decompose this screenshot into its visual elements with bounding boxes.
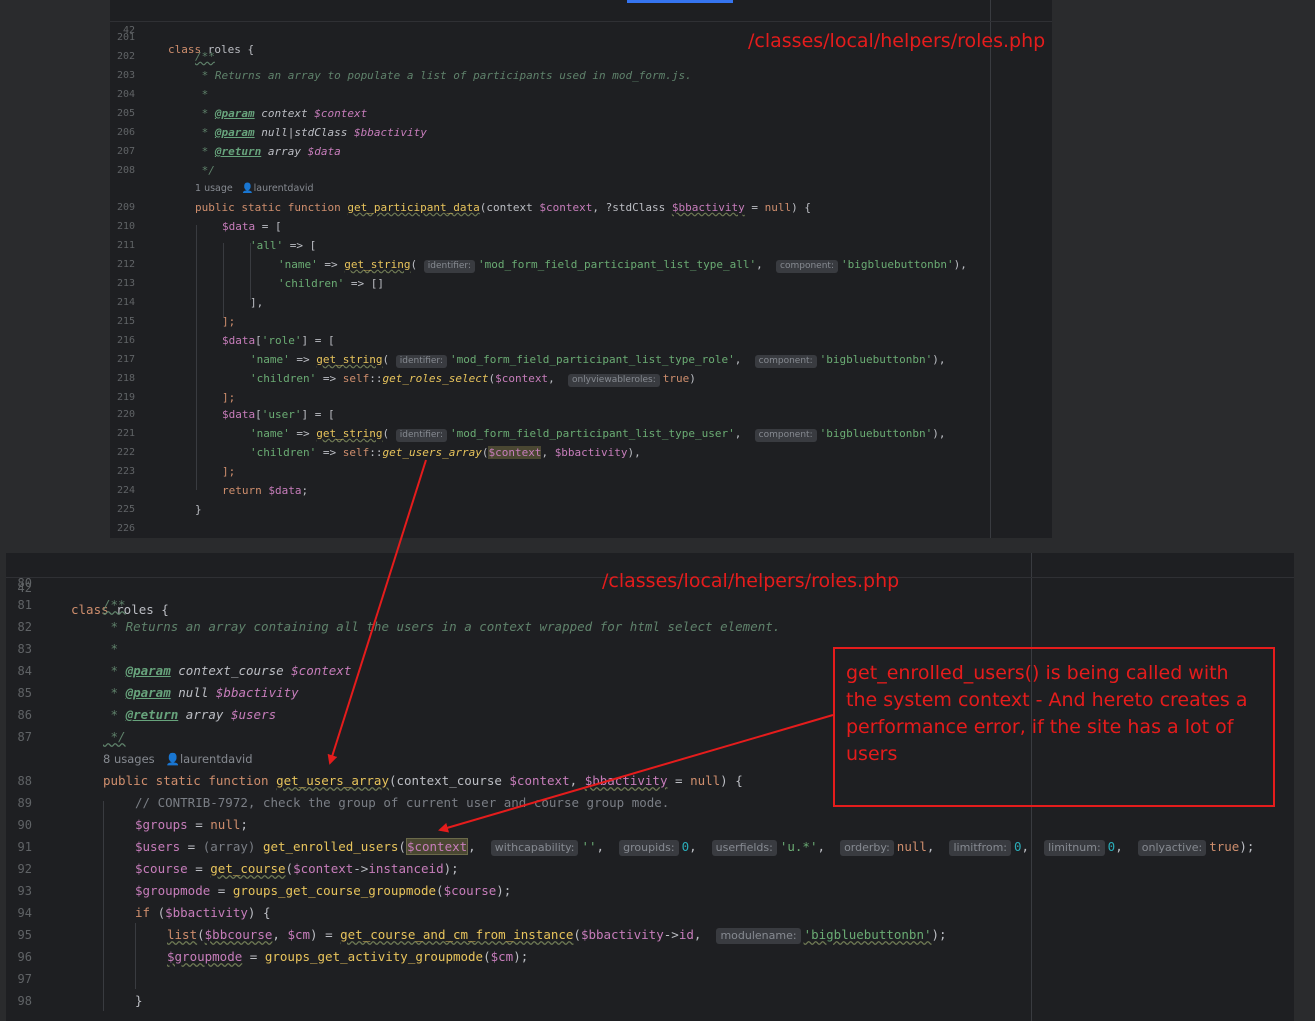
arrow-to-context-argument — [438, 714, 834, 833]
arrow-to-method-definition — [327, 459, 427, 765]
annotation-arrows — [327, 459, 834, 833]
